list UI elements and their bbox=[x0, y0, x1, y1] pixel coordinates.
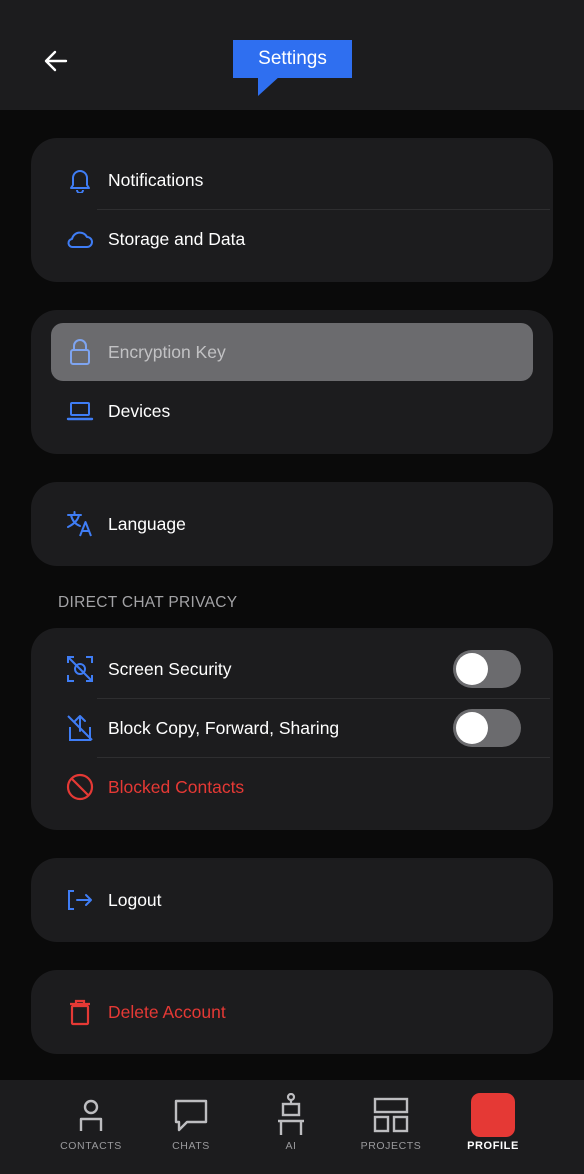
toggle-knob bbox=[456, 712, 488, 744]
logout-icon bbox=[65, 885, 95, 915]
encryption-key-label: Encryption Key bbox=[108, 341, 226, 362]
top-app-bar: Settings bbox=[0, 0, 584, 110]
screen-security-toggle[interactable] bbox=[453, 650, 521, 688]
tab-projects[interactable]: PROJECTS bbox=[343, 1080, 439, 1174]
logout-label: Logout bbox=[108, 889, 162, 910]
screen-security-icon bbox=[65, 654, 95, 684]
back-button[interactable] bbox=[36, 44, 76, 78]
robot-icon bbox=[275, 1092, 307, 1138]
language-item[interactable]: Language bbox=[51, 495, 533, 553]
language-label: Language bbox=[108, 513, 186, 534]
blocked-contacts-item[interactable]: Blocked Contacts bbox=[51, 758, 533, 816]
tab-contacts[interactable]: CONTACTS bbox=[43, 1080, 139, 1174]
laptop-icon bbox=[65, 396, 95, 426]
logout-card: Logout bbox=[31, 858, 553, 942]
language-settings-card: Language bbox=[31, 482, 553, 566]
toggle-knob bbox=[456, 653, 488, 685]
blocked-contacts-label: Blocked Contacts bbox=[108, 776, 245, 797]
arrow-left-icon bbox=[44, 50, 68, 72]
security-settings-card: Encryption Key Devices bbox=[31, 310, 553, 454]
storage-and-data-label: Storage and Data bbox=[108, 228, 246, 249]
chat-bubble-icon bbox=[173, 1092, 209, 1138]
screen-security-label: Screen Security bbox=[108, 658, 232, 679]
tab-profile-label: PROFILE bbox=[467, 1140, 519, 1152]
person-icon bbox=[76, 1092, 106, 1138]
devices-label: Devices bbox=[108, 400, 171, 421]
direct-chat-privacy-heading: DIRECT CHAT PRIVACY bbox=[58, 594, 238, 611]
cloud-icon bbox=[65, 224, 95, 254]
tab-chats[interactable]: CHATS bbox=[143, 1080, 239, 1174]
tab-contacts-label: CONTACTS bbox=[60, 1140, 122, 1152]
tab-ai-label: AI bbox=[285, 1140, 297, 1152]
block-copy-forward-sharing-label: Block Copy, Forward, Sharing bbox=[108, 717, 340, 738]
notifications-item[interactable]: Notifications bbox=[51, 151, 533, 209]
tab-chats-label: CHATS bbox=[172, 1140, 210, 1152]
bottom-tab-bar: CONTACTS CHATS AI PROJECTS PROFILE bbox=[0, 1080, 584, 1174]
profile-icon bbox=[471, 1092, 515, 1138]
lock-icon bbox=[65, 337, 95, 367]
privacy-settings-card: Screen Security Block Copy, Forward, Sha… bbox=[31, 628, 553, 830]
tab-profile[interactable]: PROFILE bbox=[445, 1080, 541, 1174]
encryption-key-item[interactable]: Encryption Key bbox=[51, 323, 533, 381]
delete-account-label: Delete Account bbox=[108, 1001, 226, 1022]
storage-and-data-item[interactable]: Storage and Data bbox=[51, 210, 533, 268]
grid-icon bbox=[373, 1092, 409, 1138]
logout-item[interactable]: Logout bbox=[51, 871, 533, 929]
page-title: Settings bbox=[233, 40, 352, 78]
title-pointer bbox=[258, 76, 280, 96]
delete-account-item[interactable]: Delete Account bbox=[51, 983, 533, 1041]
profile-avatar bbox=[471, 1093, 515, 1137]
blocked-icon bbox=[65, 772, 95, 802]
block-copy-forward-sharing-toggle[interactable] bbox=[453, 709, 521, 747]
bell-icon bbox=[65, 165, 95, 195]
translate-icon bbox=[65, 509, 95, 539]
tab-ai[interactable]: AI bbox=[243, 1080, 339, 1174]
general-settings-card: Notifications Storage and Data bbox=[31, 138, 553, 282]
trash-icon bbox=[65, 997, 95, 1027]
devices-item[interactable]: Devices bbox=[51, 382, 533, 440]
delete-account-card: Delete Account bbox=[31, 970, 553, 1054]
notifications-label: Notifications bbox=[108, 169, 204, 190]
tab-projects-label: PROJECTS bbox=[360, 1140, 422, 1152]
block-share-icon bbox=[65, 713, 95, 743]
